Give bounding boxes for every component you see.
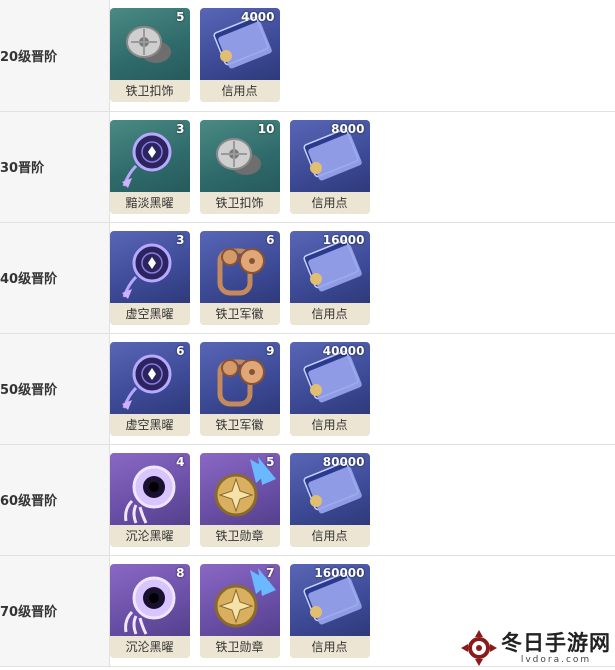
- material-card[interactable]: 7 铁卫勋章: [199, 563, 280, 658]
- material-thumbnail: 40000: [289, 341, 370, 414]
- material-name: 信用点: [289, 635, 370, 658]
- material-card[interactable]: 6 铁卫军徽: [199, 230, 280, 325]
- ascension-level-label: 40级晋阶: [0, 222, 110, 334]
- ascension-level-label: 50级晋阶: [0, 333, 110, 445]
- material-thumbnail: 4000: [199, 8, 280, 81]
- watermark-title: 冬日手游网: [501, 630, 611, 655]
- material-thumbnail: 16000: [289, 230, 370, 303]
- material-thumbnail: 9: [199, 341, 280, 414]
- material-count: 16000: [322, 232, 365, 247]
- material-card[interactable]: 5 铁卫扣饰: [109, 8, 190, 103]
- material-card[interactable]: 3 虚空黑曜: [109, 230, 190, 325]
- material-count: 8: [176, 565, 185, 580]
- material-name: 信用点: [289, 302, 370, 325]
- material-count: 3: [176, 232, 185, 247]
- material-count: 4: [176, 454, 185, 469]
- ascension-row: 20级晋阶 5 铁卫扣饰 4000 信用点: [0, 0, 615, 112]
- material-count: 5: [176, 10, 185, 25]
- ascension-level-label: 30晋阶: [0, 111, 110, 223]
- site-logo-icon: [461, 630, 497, 666]
- material-card[interactable]: 80000 信用点: [289, 452, 370, 547]
- material-count: 6: [176, 343, 185, 358]
- material-thumbnail: 8000: [289, 119, 370, 192]
- material-name: 铁卫军徽: [199, 413, 280, 436]
- material-thumbnail: 5: [109, 8, 190, 81]
- ascension-level-label: 20级晋阶: [0, 0, 110, 112]
- watermark-url: lvdora.com: [520, 655, 592, 665]
- material-count: 8000: [331, 121, 365, 136]
- material-name: 铁卫扣饰: [199, 191, 280, 214]
- material-name: 虚空黑曜: [109, 302, 190, 325]
- material-name: 信用点: [289, 524, 370, 547]
- material-list: 3 黯淡黑曜 10 铁卫扣饰 8000 信用点: [109, 111, 615, 223]
- material-card[interactable]: 3 黯淡黑曜: [109, 119, 190, 214]
- material-card[interactable]: 16000 信用点: [289, 230, 370, 325]
- material-thumbnail: 3: [109, 119, 190, 192]
- material-card[interactable]: 8000 信用点: [289, 119, 370, 214]
- material-thumbnail: 4: [109, 452, 190, 525]
- material-name: 沉沦黑曜: [109, 635, 190, 658]
- material-thumbnail: 10: [199, 119, 280, 192]
- material-card[interactable]: 9 铁卫军徽: [199, 341, 280, 436]
- material-count: 9: [266, 343, 275, 358]
- material-count: 5: [266, 454, 275, 469]
- material-thumbnail: 3: [109, 230, 190, 303]
- material-count: 160000: [314, 565, 365, 580]
- material-list: 6 虚空黑曜 9 铁卫军徽 40000 信用点: [109, 333, 615, 445]
- material-card[interactable]: 6 虚空黑曜: [109, 341, 190, 436]
- ascension-level-label: 60级晋阶: [0, 444, 110, 556]
- material-name: 沉沦黑曜: [109, 524, 190, 547]
- material-card[interactable]: 5 铁卫勋章: [199, 452, 280, 547]
- material-count: 3: [176, 121, 185, 136]
- material-name: 信用点: [289, 413, 370, 436]
- ascension-level-label: 70级晋阶: [0, 555, 110, 667]
- material-name: 铁卫军徽: [199, 302, 280, 325]
- material-card[interactable]: 4 沉沦黑曜: [109, 452, 190, 547]
- material-name: 铁卫勋章: [199, 635, 280, 658]
- material-thumbnail: 6: [109, 341, 190, 414]
- material-name: 虚空黑曜: [109, 413, 190, 436]
- material-thumbnail: 160000: [289, 563, 370, 636]
- material-thumbnail: 7: [199, 563, 280, 636]
- material-card[interactable]: 160000 信用点: [289, 563, 370, 658]
- material-name: 信用点: [289, 191, 370, 214]
- material-card[interactable]: 8 沉沦黑曜: [109, 563, 190, 658]
- ascension-table: 20级晋阶 5 铁卫扣饰 4000 信用点 30晋阶 3 黯淡黑曜 10 铁卫扣饰 800…: [0, 0, 615, 667]
- material-name: 黯淡黑曜: [109, 191, 190, 214]
- ascension-row: 50级晋阶 6 虚空黑曜 9 铁卫军徽 40000 信用点: [0, 333, 615, 445]
- material-list: 4 沉沦黑曜 5 铁卫勋章 80000 信用点: [109, 444, 615, 556]
- material-card[interactable]: 40000 信用点: [289, 341, 370, 436]
- material-card[interactable]: 10 铁卫扣饰: [199, 119, 280, 214]
- ascension-row: 30晋阶 3 黯淡黑曜 10 铁卫扣饰 8000 信用点: [0, 111, 615, 223]
- material-list: 5 铁卫扣饰 4000 信用点: [109, 0, 615, 112]
- material-card[interactable]: 4000 信用点: [199, 8, 280, 103]
- ascension-row: 60级晋阶 4 沉沦黑曜 5 铁卫勋章 80000 信用点: [0, 444, 615, 556]
- ascension-row: 40级晋阶 3 虚空黑曜 6 铁卫军徽 16000 信用点: [0, 222, 615, 334]
- material-thumbnail: 6: [199, 230, 280, 303]
- material-count: 10: [257, 121, 275, 136]
- material-name: 信用点: [199, 80, 280, 103]
- material-count: 7: [266, 565, 275, 580]
- watermark: 冬日手游网 lvdora.com: [459, 628, 611, 668]
- material-count: 6: [266, 232, 275, 247]
- material-count: 40000: [322, 343, 365, 358]
- material-thumbnail: 8: [109, 563, 190, 636]
- material-count: 4000: [241, 10, 275, 25]
- material-list: 3 虚空黑曜 6 铁卫军徽 16000 信用点: [109, 222, 615, 334]
- material-count: 80000: [322, 454, 365, 469]
- material-name: 铁卫扣饰: [109, 80, 190, 103]
- material-thumbnail: 5: [199, 452, 280, 525]
- material-name: 铁卫勋章: [199, 524, 280, 547]
- material-thumbnail: 80000: [289, 452, 370, 525]
